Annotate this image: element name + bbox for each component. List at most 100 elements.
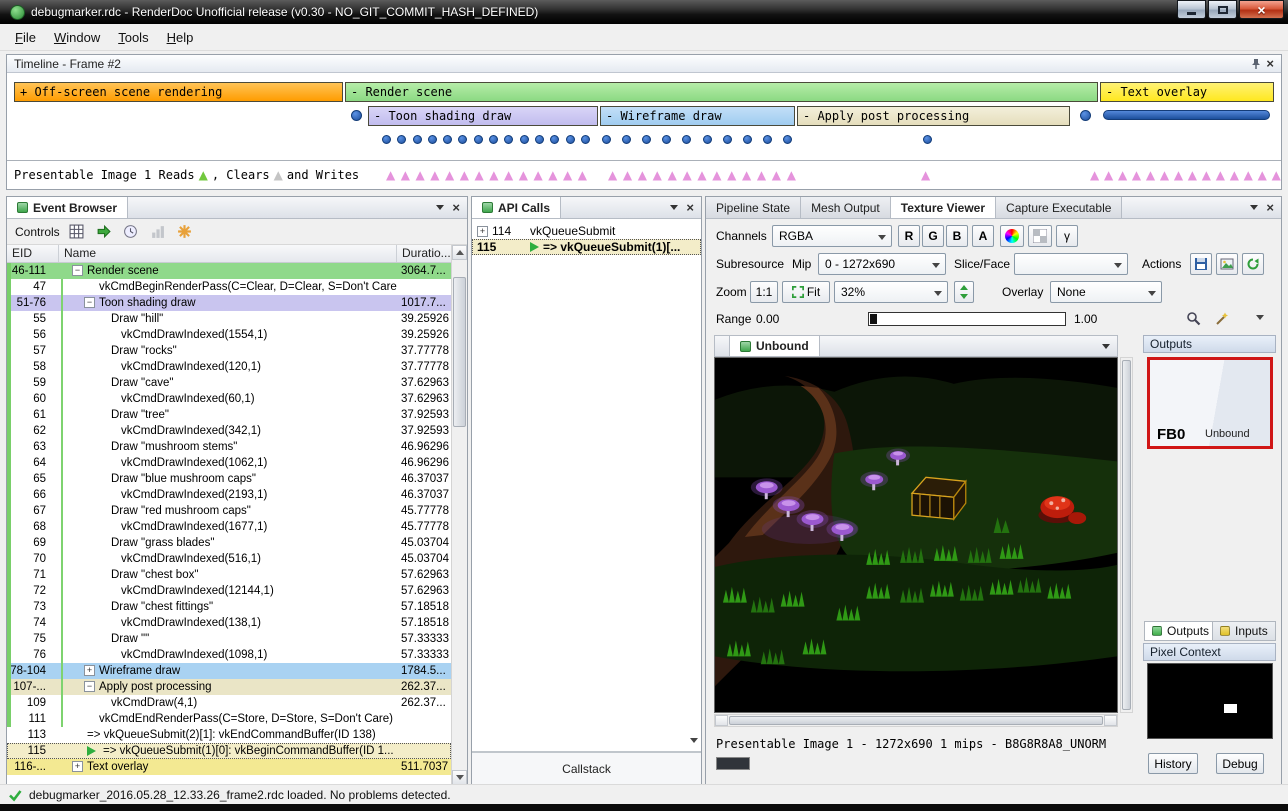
mip-select[interactable]: 0 - 1272x690 [818,253,946,275]
draw-dot[interactable] [397,135,406,144]
write-triangle-icon[interactable]: ▲ [534,169,543,181]
event-row-62[interactable]: 62vkCmdDrawIndexed(342,1)37.92593 [7,423,451,439]
tab-mesh-output[interactable]: Mesh Output [801,197,891,218]
goto-eid-icon[interactable] [94,222,114,242]
scroll-right-icon[interactable] [1104,715,1117,726]
timeline-bar-post-processing[interactable]: - Apply post processing [797,106,1070,126]
event-row-75[interactable]: 75Draw ""57.33333 [7,631,451,647]
event-row-111[interactable]: 111vkCmdEndRenderPass(C=Store, D=Store, … [7,711,451,727]
expand-icon[interactable]: + [72,761,83,772]
titlebar[interactable]: debugmarker.rdc - RenderDoc Unofficial r… [0,0,1288,24]
draw-dot[interactable] [489,135,498,144]
event-row-74[interactable]: 74vkCmdDrawIndexed(138,1)57.18518 [7,615,451,631]
timeline-bar-render-scene[interactable]: - Render scene [345,82,1098,102]
event-row-46-111[interactable]: 46-111−Render scene3064.7... [7,263,451,279]
tab-api-calls[interactable]: API Calls [472,197,561,218]
write-triangle-icon[interactable]: ▲ [1174,169,1183,181]
event-row-64[interactable]: 64vkCmdDrawIndexed(1062,1)46.96296 [7,455,451,471]
callstack-collapse-icon[interactable] [690,738,698,747]
debug-button[interactable]: Debug [1216,753,1264,774]
event-row-66[interactable]: 66vkCmdDrawIndexed(2193,1)46.37037 [7,487,451,503]
maximize-button[interactable] [1208,0,1237,19]
draw-dot[interactable] [581,135,590,144]
minimize-button[interactable] [1177,0,1206,19]
write-triangle-icon[interactable]: ▲ [772,169,781,181]
write-triangle-icon[interactable]: ▲ [578,169,587,181]
draw-dot[interactable] [504,135,513,144]
event-row-58[interactable]: 58vkCmdDrawIndexed(120,1)37.77778 [7,359,451,375]
blue-channel-button[interactable]: B [946,225,968,247]
pixel-context-view[interactable] [1147,663,1273,739]
event-row-73[interactable]: 73Draw "chest fittings"57.18518 [7,599,451,615]
timeline-bar-offscreen[interactable]: + Off-screen scene rendering [14,82,343,102]
expand-icon[interactable]: + [477,226,488,237]
collapse-icon[interactable]: − [72,265,83,276]
write-triangle-icon[interactable]: ▲ [757,169,766,181]
draw-dot[interactable] [443,135,452,144]
event-row-71[interactable]: 71Draw "chest box"57.62963 [7,567,451,583]
column-eid[interactable]: EID [7,245,59,262]
history-button[interactable]: History [1148,753,1198,774]
event-row-61[interactable]: 61Draw "tree"37.92593 [7,407,451,423]
write-triangle-icon[interactable]: ▲ [416,169,425,181]
scroll-up-icon[interactable] [452,245,467,260]
tab-list-icon[interactable] [1250,205,1258,214]
colorwheel-button[interactable] [1000,225,1024,247]
draw-dot[interactable] [520,135,529,144]
timeline-bar-text-overlay[interactable]: - Text overlay [1100,82,1274,102]
scroll-thumb[interactable] [1122,360,1131,710]
draw-dot[interactable] [642,135,651,144]
draw-dot[interactable] [622,135,631,144]
tab-event-browser[interactable]: Event Browser [7,197,128,218]
event-row-70[interactable]: 70vkCmdDrawIndexed(516,1)45.03704 [7,551,451,567]
draw-dot[interactable] [923,135,932,144]
red-channel-button[interactable]: R [898,225,920,247]
event-row-51-76[interactable]: 51-76−Toon shading draw1017.7... [7,295,451,311]
tab-pipeline-state[interactable]: Pipeline State [706,197,801,218]
zoom-select[interactable]: 32% [834,281,948,303]
write-triangle-icon[interactable]: ▲ [638,169,647,181]
write-triangle-icon[interactable]: ▲ [386,169,395,181]
write-triangle-icon[interactable]: ▲ [401,169,410,181]
event-row-113[interactable]: 113=> vkQueueSubmit(2)[1]: vkEndCommandB… [7,727,451,743]
gamma-button[interactable]: γ [1056,225,1078,247]
panel-close-icon[interactable]: × [1266,201,1274,214]
write-triangle-icon[interactable]: ▲ [727,169,736,181]
draw-dot[interactable] [535,135,544,144]
draw-dot[interactable] [474,135,483,144]
column-name[interactable]: Name [59,245,397,262]
event-row-65[interactable]: 65Draw "blue mushroom caps"46.37037 [7,471,451,487]
filter-icon[interactable] [67,222,87,242]
draw-dot[interactable] [1080,110,1091,121]
write-triangle-icon[interactable]: ▲ [489,169,498,181]
overlay-draws-bar[interactable] [1103,110,1270,120]
channels-select[interactable]: RGBA [772,225,892,247]
write-triangle-icon[interactable]: ▲ [1230,169,1239,181]
event-browser-scrollbar[interactable] [451,245,467,785]
write-triangle-icon[interactable]: ▲ [1132,169,1141,181]
write-triangle-icon[interactable]: ▲ [668,169,677,181]
texture-horizontal-scrollbar[interactable] [714,714,1118,727]
tab-capture-executable[interactable]: Capture Executable [996,197,1122,218]
tab-list-icon[interactable] [436,205,444,214]
event-row-109[interactable]: 109vkCmdDraw(4,1)262.37... [7,695,451,711]
write-triangle-icon[interactable]: ▲ [608,169,617,181]
tab-texture-viewer[interactable]: Texture Viewer [891,197,996,218]
options-icon[interactable] [175,222,195,242]
api-row-115[interactable]: 115=> vkQueueSubmit(1)[... [472,239,701,255]
event-row-47[interactable]: 47vkCmdBeginRenderPass(C=Clear, D=Clear,… [7,279,451,295]
toolbar-overflow-icon[interactable] [1256,315,1264,324]
draw-dot[interactable] [566,135,575,144]
slice-face-select[interactable] [1014,253,1128,275]
event-row-63[interactable]: 63Draw "mushroom stems"46.96296 [7,439,451,455]
event-row-57[interactable]: 57Draw "rocks"37.77778 [7,343,451,359]
green-channel-button[interactable]: G [922,225,944,247]
write-triangle-icon[interactable]: ▲ [430,169,439,181]
write-triangle-icon[interactable]: ▲ [445,169,454,181]
overlay-select[interactable]: None [1050,281,1162,303]
tab-inputs[interactable]: Inputs [1212,621,1276,641]
texture-display[interactable] [714,357,1118,713]
write-triangle-icon[interactable]: ▲ [921,169,930,181]
event-row-107-...[interactable]: 107-...−Apply post processing262.37... [7,679,451,695]
write-triangle-icon[interactable]: ▲ [623,169,632,181]
